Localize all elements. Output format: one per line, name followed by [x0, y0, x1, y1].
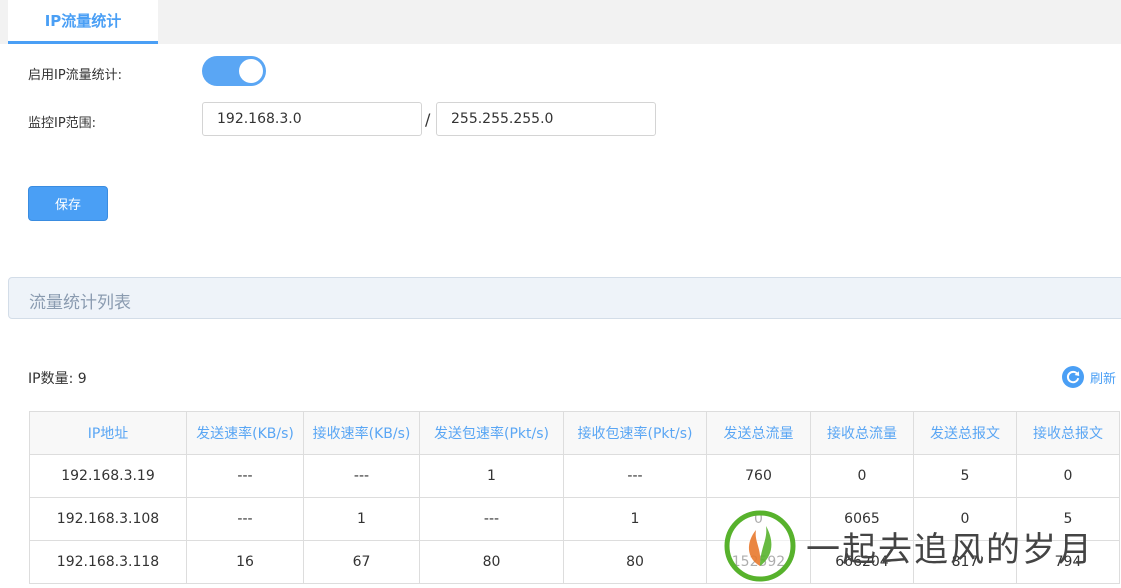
- cell-send-pkt-rate: 80: [419, 540, 564, 584]
- cell-send-rate: 16: [186, 540, 304, 584]
- enable-stats-label: 启用IP流量统计:: [28, 68, 123, 83]
- refresh-button[interactable]: 刷新: [1062, 366, 1116, 388]
- cell-recv-rate: 1: [303, 497, 420, 541]
- tab-bar: IP流量统计: [0, 0, 1121, 44]
- cell-recv-packets: 5: [1016, 497, 1120, 541]
- enable-stats-toggle[interactable]: [202, 56, 266, 86]
- table-row: 192.168.3.108 --- 1 --- 1 0 6065 0 5: [29, 497, 1120, 541]
- traffic-list-section-header: 流量统计列表: [8, 277, 1121, 319]
- cell-recv-rate: ---: [303, 454, 420, 498]
- cell-ip: 192.168.3.118: [29, 540, 187, 584]
- cell-sent-packets: 0: [913, 497, 1017, 541]
- cell-total-recv: 6065: [810, 497, 914, 541]
- table-header-row: IP地址 发送速率(KB/s) 接收速率(KB/s) 发送包速率(Pkt/s) …: [29, 411, 1120, 455]
- toggle-knob: [239, 59, 263, 83]
- refresh-label: 刷新: [1090, 371, 1117, 387]
- cell-total-sent: 760: [706, 454, 811, 498]
- table-row: 192.168.3.19 --- --- 1 --- 760 0 5 0: [29, 454, 1120, 498]
- cell-send-pkt-rate: 1: [419, 454, 564, 498]
- cell-send-rate: ---: [186, 497, 304, 541]
- cell-recv-pkt-rate: 80: [563, 540, 707, 584]
- cell-send-rate: ---: [186, 454, 304, 498]
- col-sent-packets: 发送总报文: [913, 411, 1017, 455]
- col-send-pkt-rate: 发送包速率(Pkt/s): [419, 411, 564, 455]
- cell-sent-packets: 5: [913, 454, 1017, 498]
- col-recv-pkt-rate: 接收包速率(Pkt/s): [563, 411, 707, 455]
- cell-recv-packets: 794: [1016, 540, 1120, 584]
- save-button[interactable]: 保存: [28, 186, 108, 221]
- ip-address-input[interactable]: [202, 102, 422, 136]
- cell-total-recv: 666204: [810, 540, 914, 584]
- table-row: 192.168.3.118 16 67 80 80 152592 666204 …: [29, 540, 1120, 584]
- section-title: 流量统计列表: [29, 293, 131, 313]
- traffic-table: IP地址 发送速率(KB/s) 接收速率(KB/s) 发送包速率(Pkt/s) …: [29, 411, 1120, 584]
- cell-recv-packets: 0: [1016, 454, 1120, 498]
- cell-recv-pkt-rate: ---: [563, 454, 707, 498]
- cell-total-sent: 0: [706, 497, 811, 541]
- monitor-range-label: 监控IP范围:: [28, 116, 97, 131]
- range-separator: /: [425, 110, 431, 129]
- col-ip-address: IP地址: [29, 411, 187, 455]
- subnet-mask-input[interactable]: [436, 102, 656, 136]
- cell-send-pkt-rate: ---: [419, 497, 564, 541]
- cell-recv-pkt-rate: 1: [563, 497, 707, 541]
- cell-recv-rate: 67: [303, 540, 420, 584]
- col-recv-rate: 接收速率(KB/s): [303, 411, 420, 455]
- col-total-recv: 接收总流量: [810, 411, 914, 455]
- cell-total-recv: 0: [810, 454, 914, 498]
- refresh-icon: [1062, 366, 1084, 388]
- col-send-rate: 发送速率(KB/s): [186, 411, 304, 455]
- col-total-sent: 发送总流量: [706, 411, 811, 455]
- cell-sent-packets: 817: [913, 540, 1017, 584]
- ip-count: IP数量: 9: [28, 371, 87, 387]
- cell-ip: 192.168.3.108: [29, 497, 187, 541]
- col-recv-packets: 接收总报文: [1016, 411, 1120, 455]
- tab-ip-traffic-stats[interactable]: IP流量统计: [8, 0, 158, 44]
- cell-ip: 192.168.3.19: [29, 454, 187, 498]
- cell-total-sent: 152592: [706, 540, 811, 584]
